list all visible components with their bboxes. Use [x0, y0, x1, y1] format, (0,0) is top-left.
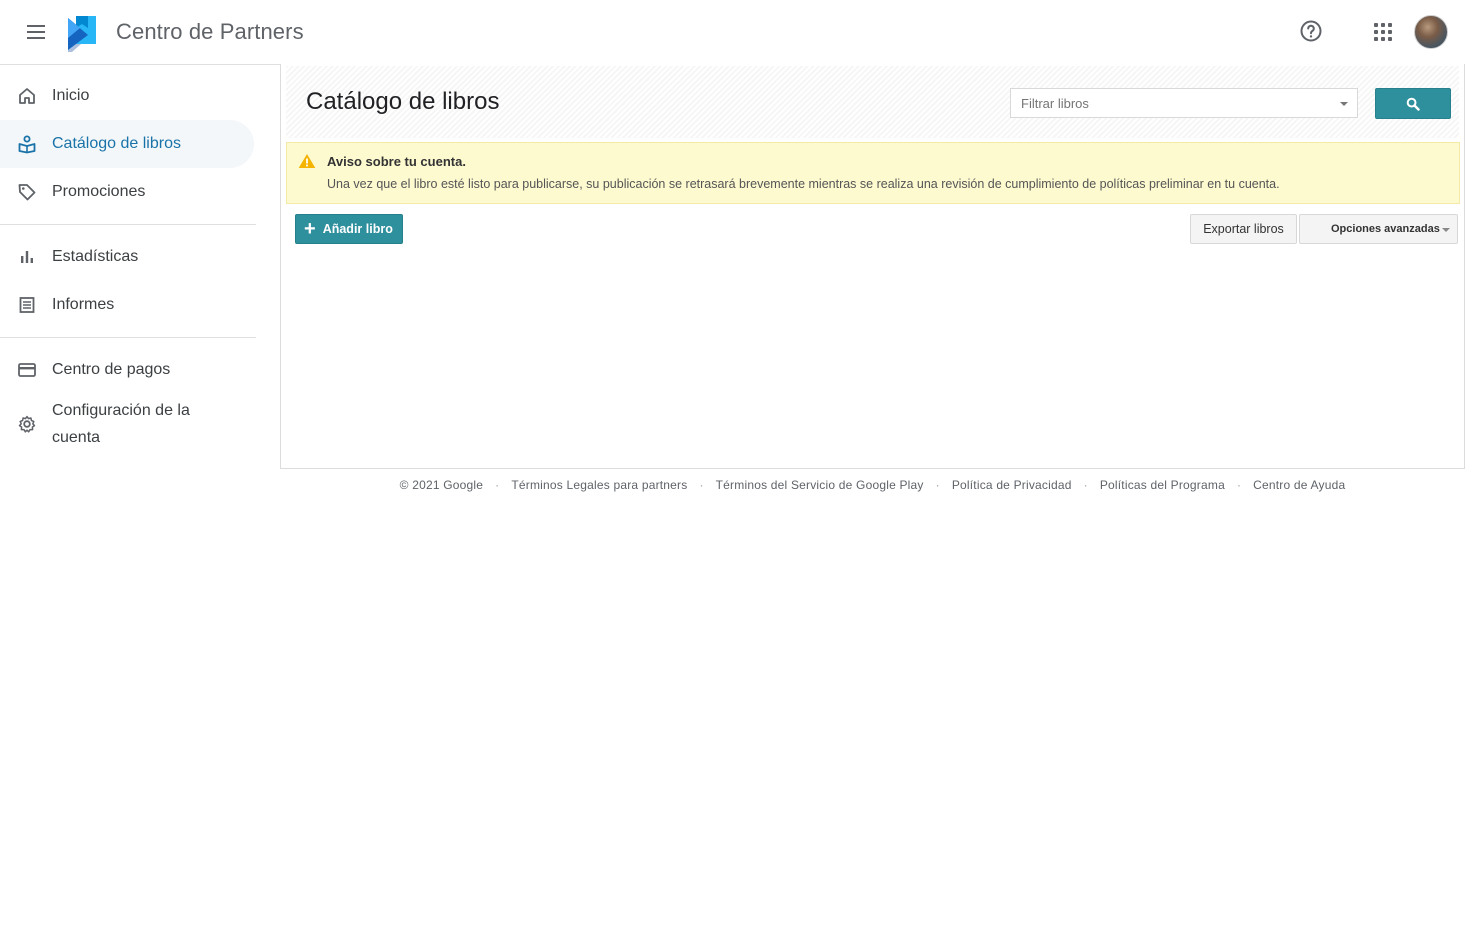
chevron-down-icon[interactable] — [1340, 102, 1348, 106]
main-panel: Catálogo de libros Filtrar libros Aviso … — [280, 64, 1465, 469]
footer-separator: · — [495, 478, 500, 492]
gear-icon — [18, 415, 36, 433]
warning-text: Una vez que el libro esté listo para pub… — [327, 177, 1280, 191]
search-button[interactable] — [1375, 88, 1451, 119]
home-icon — [19, 88, 35, 104]
sidebar-divider — [0, 224, 256, 225]
app-title: Centro de Partners — [116, 19, 304, 44]
search-icon — [1406, 97, 1420, 111]
account-warning-banner: Aviso sobre tu cuenta. Una vez que el li… — [286, 142, 1460, 204]
sidebar-item-promociones[interactable]: Promociones — [0, 168, 256, 216]
footer-copyright: © 2021 Google — [399, 478, 484, 492]
add-book-button[interactable]: + Añadir libro — [295, 214, 403, 244]
book-catalog-icon — [18, 135, 36, 154]
sidebar-item-label: Estadísticas — [52, 248, 139, 265]
sidebar-item-catalogo[interactable]: Catálogo de libros — [0, 120, 254, 168]
sidebar-item-label: Promociones — [52, 183, 146, 200]
sidebar-item-label: Catálogo de libros — [52, 135, 181, 152]
plus-icon: + — [304, 218, 316, 240]
sidebar-item-label: Centro de pagos — [52, 361, 171, 378]
sidebar-divider — [0, 337, 256, 338]
chevron-down-icon — [1442, 228, 1450, 232]
sidebar-nav: Inicio Catálogo de libros Promociones Es… — [0, 65, 256, 454]
footer-separator: · — [935, 478, 940, 492]
sidebar-item-configuracion[interactable]: Configuración de la cuenta — [0, 394, 256, 454]
report-icon — [19, 297, 35, 313]
catalog-header: Catálogo de libros Filtrar libros — [286, 66, 1459, 138]
bar-chart-icon — [21, 251, 33, 263]
warning-icon — [298, 154, 316, 168]
sidebar-item-informes[interactable]: Informes — [0, 281, 256, 329]
sidebar-item-estadisticas[interactable]: Estadísticas — [0, 233, 256, 281]
footer-link-terminos-servicio[interactable]: Términos del Servicio de Google Play — [716, 478, 924, 492]
sidebar-item-label: Inicio — [52, 87, 90, 104]
export-books-label: Exportar libros — [1203, 222, 1284, 236]
footer: © 2021 Google · Términos Legales para pa… — [280, 477, 1465, 493]
footer-link-politicas[interactable]: Políticas del Programa — [1100, 478, 1225, 492]
page-title: Catálogo de libros — [306, 88, 500, 115]
footer-separator: · — [1083, 478, 1088, 492]
add-book-label: Añadir libro — [322, 222, 393, 236]
sidebar-item-label: Informes — [52, 296, 115, 313]
footer-link-ayuda[interactable]: Centro de Ayuda — [1253, 478, 1345, 492]
help-icon[interactable] — [1299, 19, 1323, 43]
footer-link-privacidad[interactable]: Política de Privacidad — [952, 478, 1072, 492]
sidebar-item-inicio[interactable]: Inicio — [0, 72, 256, 120]
footer-separator: · — [699, 478, 704, 492]
tag-icon — [18, 184, 36, 201]
google-play-books-logo[interactable] — [66, 14, 102, 52]
hamburger-icon[interactable] — [24, 20, 48, 44]
advanced-options-button[interactable]: Opciones avanzadas — [1299, 214, 1458, 244]
avatar[interactable] — [1414, 15, 1448, 49]
export-books-button[interactable]: Exportar libros — [1190, 214, 1297, 244]
footer-separator: · — [1236, 478, 1242, 492]
sidebar-item-label: Configuración de la cuenta — [52, 402, 190, 446]
filter-books-input[interactable]: Filtrar libros — [1010, 88, 1358, 118]
credit-card-icon — [18, 363, 36, 377]
top-app-bar: Centro de Partners — [0, 0, 1465, 65]
footer-link-terminos-legales[interactable]: Términos Legales para partners — [511, 478, 687, 492]
sidebar-item-centro-pagos[interactable]: Centro de pagos — [0, 346, 256, 394]
filter-placeholder: Filtrar libros — [1021, 96, 1089, 111]
apps-grid-icon[interactable] — [1373, 22, 1393, 42]
warning-title: Aviso sobre tu cuenta. — [327, 154, 466, 169]
advanced-options-label: Opciones avanzadas — [1331, 223, 1440, 235]
